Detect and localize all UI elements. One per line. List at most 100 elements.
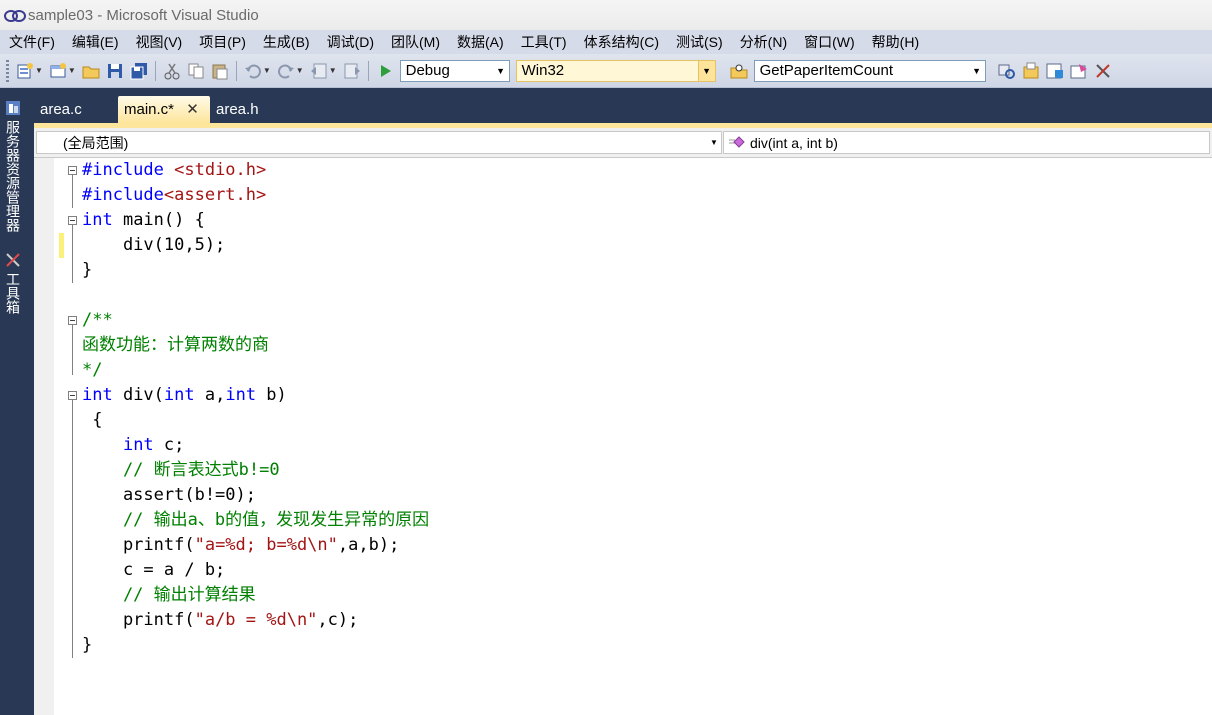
code-line: printf("a=%d; b=%d\n",a,b);: [82, 533, 399, 558]
tab-area-c[interactable]: area.c: [34, 96, 88, 123]
menu-data[interactable]: 数据(A): [448, 30, 512, 54]
tools-icon: [1095, 63, 1110, 78]
add-item-button[interactable]: [48, 61, 68, 81]
object-browser-icon: [1046, 63, 1063, 78]
document-tab-strip: area.c main.c* ✕ area.h: [34, 96, 1212, 123]
comment-line: 函数功能：计算两数的商: [82, 335, 269, 355]
code-line: }: [82, 635, 93, 655]
indicator-margin: [34, 158, 54, 715]
undo-icon: [244, 64, 261, 78]
menu-help[interactable]: 帮助(H): [863, 30, 927, 54]
scope-dropdown[interactable]: (全局范围) ▼: [36, 131, 722, 154]
tab-label: area.c: [40, 101, 82, 118]
code-editor[interactable]: #include <stdio.h> #include<assert.h> in…: [34, 158, 1212, 715]
properties-button[interactable]: [1021, 61, 1041, 81]
start-debugging-button[interactable]: [375, 61, 395, 81]
collapse-icon[interactable]: [68, 216, 77, 225]
toolbar-grip[interactable]: [6, 59, 9, 82]
tab-label: main.c*: [124, 101, 175, 118]
menu-view[interactable]: 视图(V): [127, 30, 191, 54]
open-file-button[interactable]: [81, 61, 101, 81]
menu-build[interactable]: 生成(B): [254, 30, 318, 54]
menu-architecture[interactable]: 体系结构(C): [575, 30, 667, 54]
standard-toolbar: ▼ ▼ ▼ ▼ ▼ Debug ▼ Win32 ▼ GetPaperItemCo…: [0, 54, 1212, 88]
new-project-button[interactable]: [15, 61, 35, 81]
find-in-files-button[interactable]: [729, 61, 749, 81]
chevron-down-icon[interactable]: ▼: [329, 66, 337, 75]
menu-test[interactable]: 测试(S): [667, 30, 731, 54]
chevron-down-icon[interactable]: ▼: [296, 66, 304, 75]
menu-file[interactable]: 文件(F): [0, 30, 63, 54]
collapse-icon[interactable]: [68, 391, 77, 400]
toolbox-icon: [1070, 63, 1087, 78]
chevron-down-icon: ▼: [697, 60, 715, 81]
solution-explorer-button[interactable]: [997, 61, 1017, 81]
collapse-icon[interactable]: [68, 316, 77, 325]
tools-button[interactable]: [1093, 61, 1113, 81]
menu-tools[interactable]: 工具(T): [512, 30, 575, 54]
code-token: c;: [153, 435, 185, 455]
toolbar-separator: [235, 60, 237, 81]
navigation-bar: (全局范围) ▼ div(int a, int b): [34, 128, 1212, 158]
navigate-forward-icon: [344, 63, 360, 78]
comment-line: /**: [82, 310, 113, 330]
close-icon[interactable]: ✕: [186, 96, 199, 124]
outline-line: [72, 225, 73, 283]
cut-icon: [164, 63, 180, 79]
code-token: b): [256, 385, 287, 405]
navigate-backward-icon: [310, 63, 327, 78]
tab-area-h[interactable]: area.h: [210, 96, 265, 123]
code-line: printf("a/b = %d\n",c);: [82, 608, 358, 633]
comment-line: // 输出a、b的值，发现发生异常的原因: [82, 510, 430, 530]
tab-main-c[interactable]: main.c* ✕: [118, 96, 210, 123]
server-explorer-icon: [6, 101, 20, 115]
save-icon: [107, 63, 122, 78]
server-explorer-label: 服务器资源管理器: [5, 120, 21, 232]
menu-window[interactable]: 窗口(W): [795, 30, 863, 54]
save-button[interactable]: [105, 61, 125, 81]
menu-debug[interactable]: 调试(D): [318, 30, 382, 54]
chevron-down-icon[interactable]: ▼: [68, 66, 76, 75]
menu-project[interactable]: 项目(P): [190, 30, 254, 54]
tab-label: area.h: [216, 101, 259, 118]
menu-team[interactable]: 团队(M): [382, 30, 448, 54]
chevron-down-icon[interactable]: ▼: [263, 66, 271, 75]
solution-platform-dropdown[interactable]: Win32 ▼: [515, 59, 716, 82]
window-title: sample03 - Microsoft Visual Studio: [28, 6, 259, 24]
comment-line: */: [82, 360, 103, 380]
method-icon: [729, 136, 745, 148]
title-bar: sample03 - Microsoft Visual Studio: [0, 0, 1212, 30]
chevron-down-icon[interactable]: ▼: [35, 66, 43, 75]
string-token: "a=%d; b=%d\n": [194, 535, 338, 555]
navigate-forward-button[interactable]: [342, 61, 362, 81]
preprocessor-token: #include: [82, 185, 164, 205]
keyword-token: int: [225, 385, 257, 405]
scope-value: (全局范围): [63, 134, 129, 151]
code-line: {: [82, 410, 103, 430]
paste-button[interactable]: [210, 61, 230, 81]
redo-button[interactable]: [276, 61, 296, 81]
code-token: main() {: [112, 210, 205, 230]
server-explorer-tab[interactable]: 服务器资源管理器: [3, 100, 23, 232]
find-combo-box[interactable]: GetPaperItemCount ▼: [753, 59, 986, 82]
collapse-icon[interactable]: [68, 166, 77, 175]
open-folder-icon: [82, 66, 100, 78]
menu-analyze[interactable]: 分析(N): [731, 30, 795, 54]
redo-icon: [277, 64, 294, 78]
member-dropdown[interactable]: div(int a, int b): [723, 131, 1210, 154]
copy-button[interactable]: [186, 61, 206, 81]
save-all-button[interactable]: [129, 61, 149, 81]
toolbox-tab[interactable]: 工具箱: [3, 252, 23, 314]
solution-configuration-dropdown[interactable]: Debug ▼: [399, 59, 510, 82]
object-browser-button[interactable]: [1045, 61, 1065, 81]
menu-edit[interactable]: 编辑(E): [63, 30, 127, 54]
undo-button[interactable]: [243, 61, 263, 81]
toolbox-button[interactable]: [1069, 61, 1089, 81]
code-line: int main() {: [82, 208, 205, 233]
string-token: "a/b = %d\n": [194, 610, 318, 630]
code-line: int div(int a,int b): [82, 383, 287, 408]
code-line: #include<assert.h>: [82, 183, 266, 208]
navigate-backward-button[interactable]: [309, 61, 329, 81]
cut-button[interactable]: [162, 61, 182, 81]
